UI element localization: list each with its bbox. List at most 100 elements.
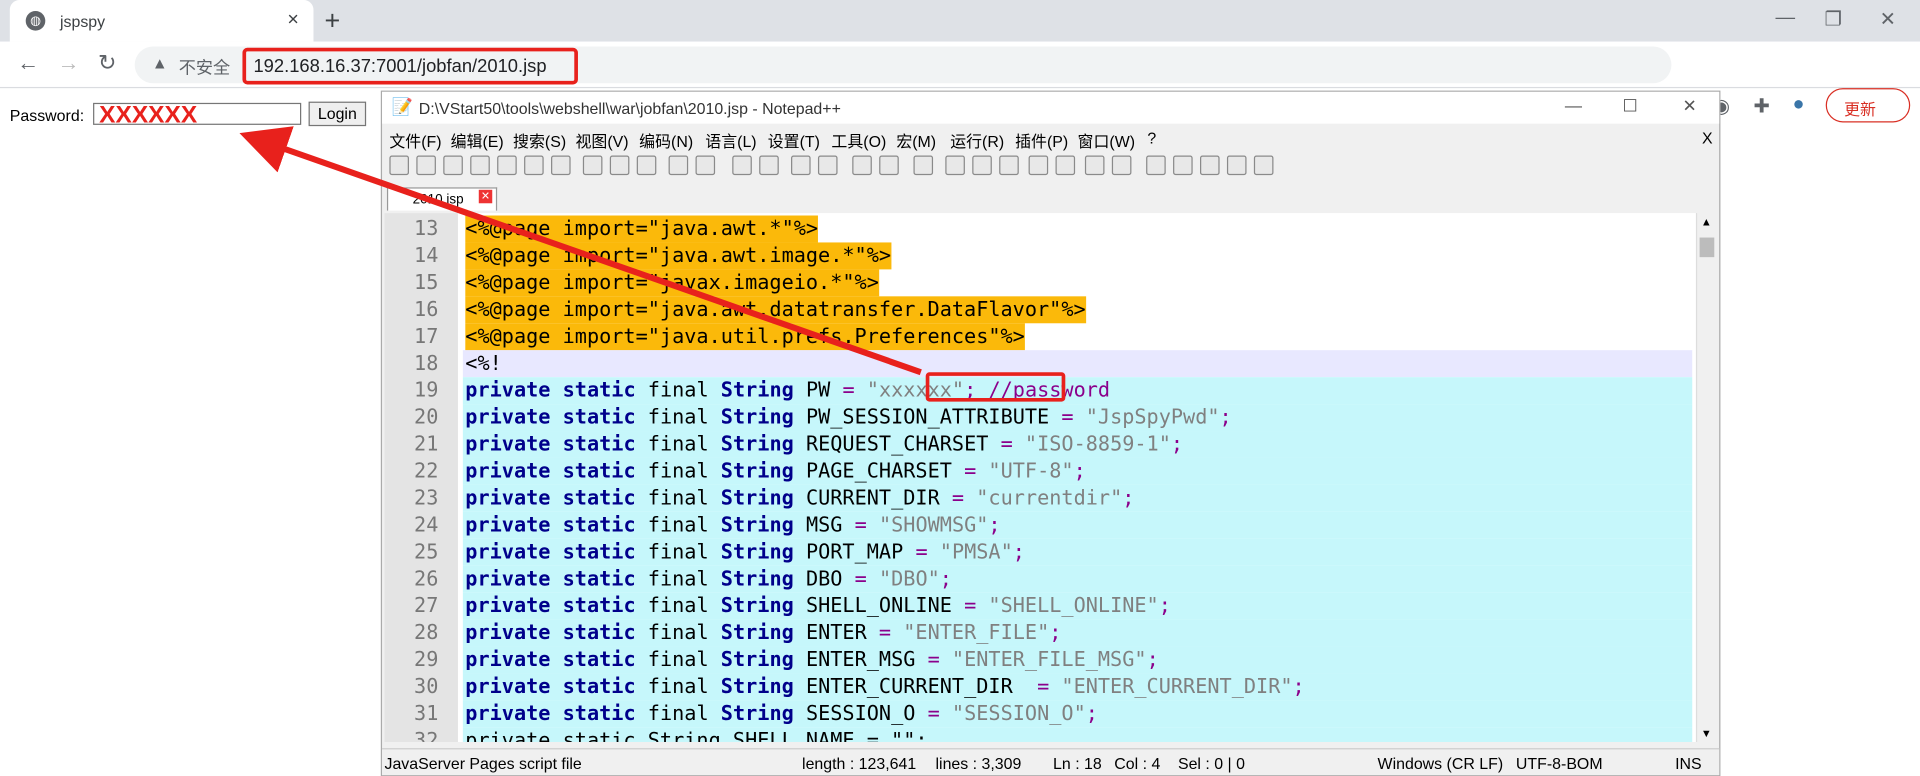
restore-icon[interactable]: ❐ (1824, 7, 1842, 31)
toolbar-button-icon[interactable] (1226, 155, 1247, 176)
menu-plugins[interactable]: 插件(P) (1015, 129, 1068, 152)
menu-help[interactable]: ? (1147, 129, 1156, 147)
browser-tab[interactable]: ◍ jspspy × (9, 0, 314, 42)
document-tab-close-icon[interactable]: ✕ (478, 189, 493, 204)
line-number: 16 (414, 297, 439, 321)
toolbar-button-icon[interactable] (732, 155, 752, 176)
toolbar-button-icon[interactable] (609, 155, 630, 176)
document-tab[interactable]: 2010.jsp ✕ (386, 187, 498, 211)
toolbar-button-icon[interactable] (497, 155, 517, 176)
toolbar-button-icon[interactable] (1111, 155, 1132, 176)
extensions-icon[interactable]: ✚ (1753, 94, 1769, 118)
menu-edit[interactable]: 编辑(E) (451, 129, 504, 152)
scroll-up-icon[interactable]: ▲ (1701, 216, 1712, 228)
menu-tools[interactable]: 工具(O) (831, 129, 886, 152)
toolbar-button-icon[interactable] (668, 155, 689, 176)
minimize-icon[interactable]: — (1776, 7, 1796, 29)
toolbar-button-icon[interactable] (636, 155, 657, 176)
code-line[interactable]: 31 private static final String SESSION_O … (384, 700, 1693, 728)
toolbar-button-icon[interactable] (999, 155, 1019, 176)
menu-view[interactable]: 视图(V) (576, 129, 629, 152)
forward-icon[interactable]: → (58, 50, 80, 76)
code-token: static (562, 701, 636, 725)
back-icon[interactable]: ← (17, 50, 39, 76)
toolbar-button-icon[interactable] (913, 155, 934, 176)
toolbar-button-icon[interactable] (1055, 155, 1076, 176)
toolbar-button-icon[interactable] (524, 155, 544, 176)
login-button[interactable]: Login (308, 101, 367, 127)
code-line[interactable]: 15 <%@page import="javax.imageio.*"%> (384, 269, 1692, 297)
url-text[interactable]: 192.168.16.37:7001/jobfan/2010.jsp (242, 47, 578, 85)
toolbar-button-icon[interactable] (389, 155, 409, 176)
code-line[interactable]: 13 <%@page import="java.awt.*"%> (384, 215, 1692, 243)
code-line[interactable]: 14 <%@page import="java.awt.image.*"%> (384, 242, 1692, 270)
menu-search[interactable]: 搜索(S) (513, 129, 566, 152)
notepad-app-icon: 📝 (391, 96, 414, 117)
code-line[interactable]: 25 private static final String PORT_MAP =… (384, 538, 1693, 566)
code-editor[interactable]: 13 <%@page import="java.awt.*"%> 14 <%@page… (384, 213, 1705, 743)
new-tab-icon[interactable]: + (324, 5, 340, 37)
toolbar-button-icon[interactable] (791, 155, 811, 176)
code-line[interactable]: 24 private static final String MSG = "SHO… (384, 511, 1693, 539)
toolbar-button-icon[interactable] (551, 155, 571, 176)
toolbar-button-icon[interactable] (972, 155, 992, 176)
toolbar-button-icon[interactable] (470, 155, 490, 176)
code-token: private (465, 593, 551, 618)
code-line[interactable]: 23 private static final String CURRENT_DI… (384, 484, 1693, 512)
close-document-icon[interactable]: X (1702, 129, 1713, 147)
scrollbar-thumb[interactable] (1699, 237, 1715, 258)
code-line[interactable]: 21 private static final String REQUEST_CH… (384, 431, 1693, 458)
line-number: 25 (414, 540, 439, 564)
menu-file[interactable]: 文件(F) (389, 129, 441, 152)
toolbar-button-icon[interactable] (582, 155, 603, 176)
toolbar-button-icon[interactable] (817, 155, 838, 176)
toolbar-button-icon[interactable] (695, 155, 716, 176)
menu-language[interactable]: 语言(L) (705, 129, 756, 152)
reload-icon[interactable]: ↻ (98, 50, 116, 76)
code-token: private (465, 620, 551, 645)
code-line[interactable]: 29 private static final String ENTER_MSG … (384, 646, 1693, 674)
code-text: <%@page import="java.awt.image.*"%> (465, 242, 892, 270)
code-line[interactable]: 30 private static final String ENTER_CURR… (384, 673, 1693, 701)
menu-macro[interactable]: 宏(M) (896, 129, 936, 152)
menu-window[interactable]: 窗口(W) (1078, 129, 1135, 152)
notepad-close-icon[interactable]: ✕ (1682, 96, 1696, 117)
toolbar-button-icon[interactable] (1146, 155, 1166, 176)
code-line[interactable]: 26 private static final String DBO = "DBO… (384, 565, 1693, 593)
python-extension-icon[interactable]: ● (1793, 94, 1805, 116)
toolbar-button-icon[interactable] (1173, 155, 1193, 176)
window-close-icon[interactable]: ✕ (1880, 7, 1896, 31)
toolbar-button-icon[interactable] (759, 155, 779, 176)
menu-encoding[interactable]: 编码(N) (639, 129, 693, 152)
code-line[interactable]: 32 private static String SHELL_NAME = ""; (384, 727, 1693, 743)
toolbar-button-icon[interactable] (1253, 155, 1274, 176)
toolbar-button-icon[interactable] (1200, 155, 1220, 176)
code-line[interactable]: 17 <%@page import="java.util.prefs.Prefer… (384, 323, 1692, 351)
code-line[interactable]: 20 private static final String PW_SESSION… (384, 404, 1693, 432)
toolbar-button-icon[interactable] (1028, 155, 1049, 176)
menu-run[interactable]: 运行(R) (950, 129, 1004, 152)
toolbar-button-icon[interactable] (852, 155, 872, 176)
vertical-scrollbar[interactable]: ▲ ▼ (1695, 213, 1717, 743)
toolbar-button-icon[interactable] (879, 155, 899, 176)
code-line[interactable]: 28 private static final String ENTER = "E… (384, 619, 1693, 647)
toolbar-button-icon[interactable] (443, 155, 463, 176)
password-input[interactable]: XXXXXX (93, 102, 302, 125)
code-token: final (647, 540, 709, 564)
code-line[interactable]: 16 <%@page import="java.awt.datatransfer.… (384, 296, 1692, 324)
update-button[interactable]: 更新 (1825, 88, 1911, 123)
toolbar-button-icon[interactable] (945, 155, 965, 176)
code-line[interactable]: 27 private static final String SHELL_ONLI… (384, 592, 1693, 620)
notepad-maximize-icon[interactable]: ☐ (1622, 96, 1637, 117)
menu-settings[interactable]: 设置(T) (768, 129, 820, 152)
toolbar-button-icon[interactable] (416, 155, 436, 176)
scroll-down-icon[interactable]: ▼ (1701, 727, 1712, 739)
code-token: "currentdir" (976, 486, 1123, 510)
code-line[interactable]: 22 private static final String PAGE_CHARS… (384, 457, 1693, 485)
toolbar-button-icon[interactable] (1084, 155, 1105, 176)
tab-close-icon[interactable]: × (287, 10, 298, 32)
notepad-minimize-icon[interactable]: — (1565, 96, 1582, 116)
